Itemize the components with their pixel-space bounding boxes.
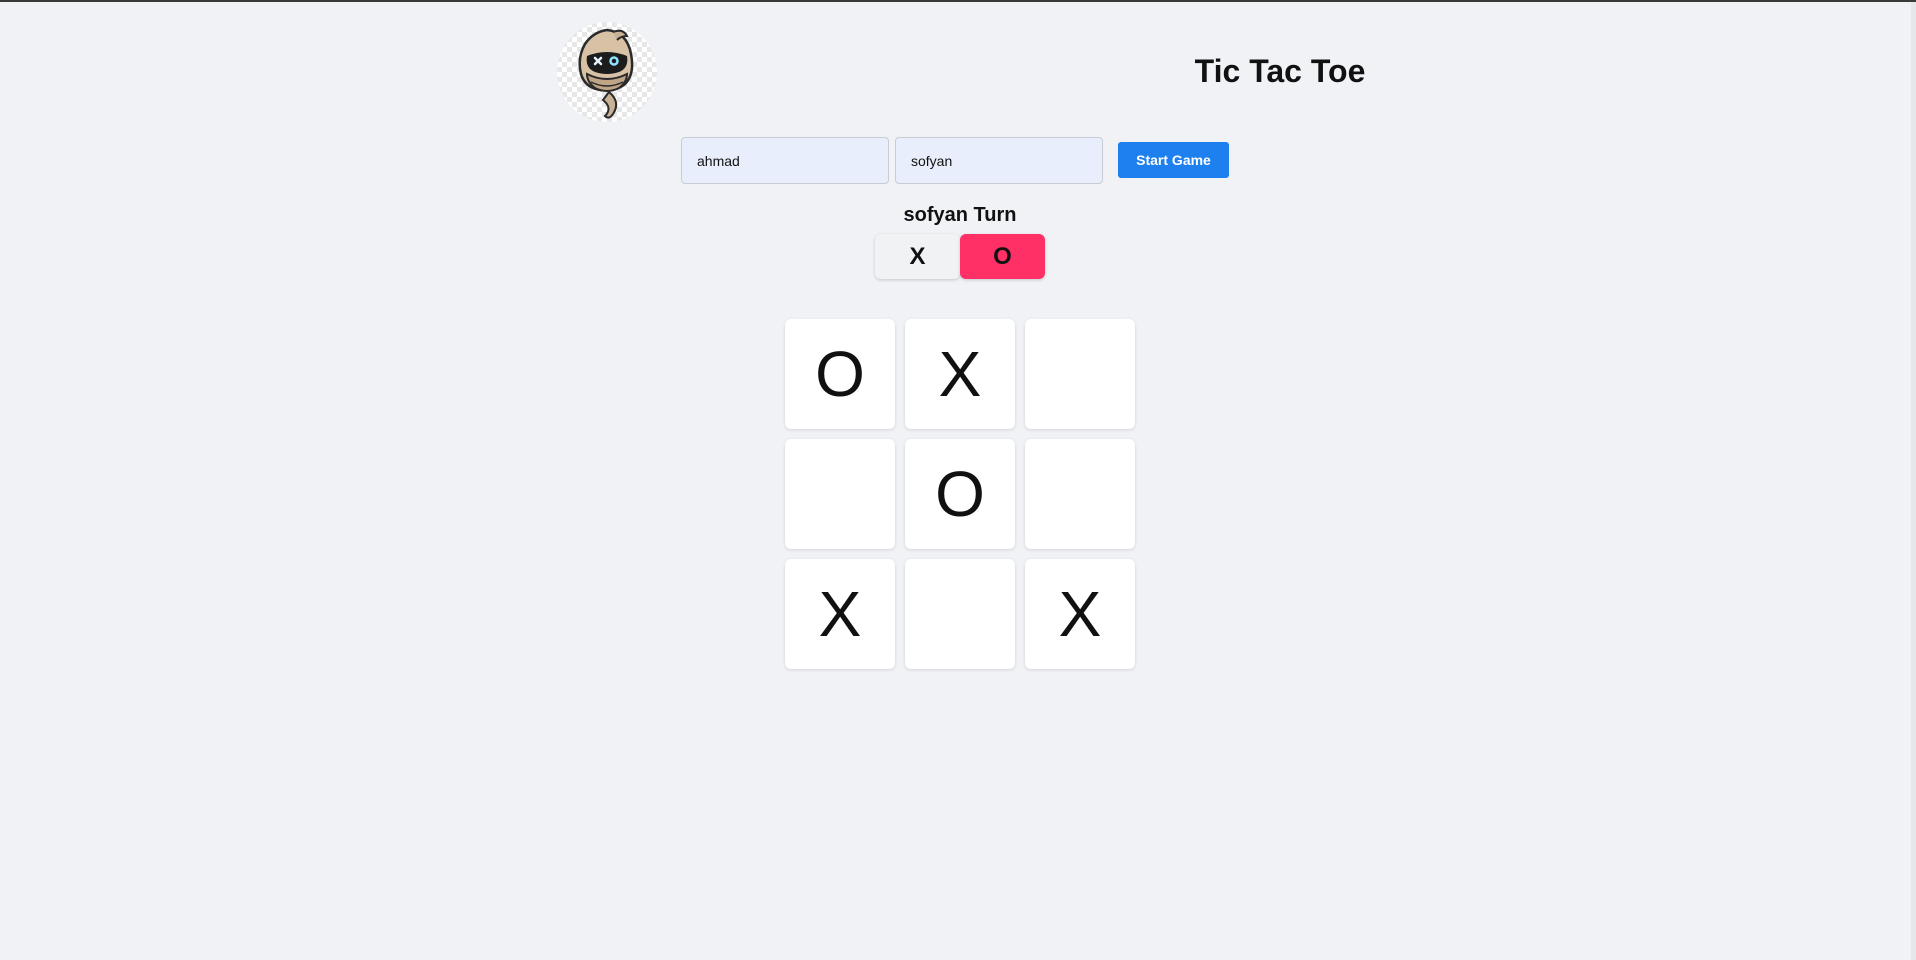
scrollbar[interactable] <box>1911 2 1916 960</box>
symbol-o-button[interactable]: O <box>960 234 1045 279</box>
page-title: Tic Tac Toe <box>1194 53 1366 89</box>
logo <box>557 22 657 122</box>
window-top-border <box>0 0 1916 2</box>
player2-name-input[interactable] <box>895 137 1103 184</box>
turn-indicator: sofyan Turn <box>903 204 1017 226</box>
player1-name-input[interactable] <box>681 137 889 184</box>
board-cell[interactable]: X <box>785 559 895 669</box>
symbol-x-button[interactable]: X <box>875 234 960 279</box>
board-cell[interactable]: X <box>1025 559 1135 669</box>
board-cell[interactable] <box>1025 319 1135 429</box>
board-cell[interactable]: X <box>905 319 1015 429</box>
board-cell[interactable] <box>905 559 1015 669</box>
board-cell[interactable] <box>785 439 895 549</box>
hooded-ninja-avatar-icon <box>578 28 634 119</box>
board-cell[interactable]: O <box>785 319 895 429</box>
board-cell[interactable]: O <box>905 439 1015 549</box>
start-game-button[interactable]: Start Game <box>1118 142 1229 178</box>
board-cell[interactable] <box>1025 439 1135 549</box>
